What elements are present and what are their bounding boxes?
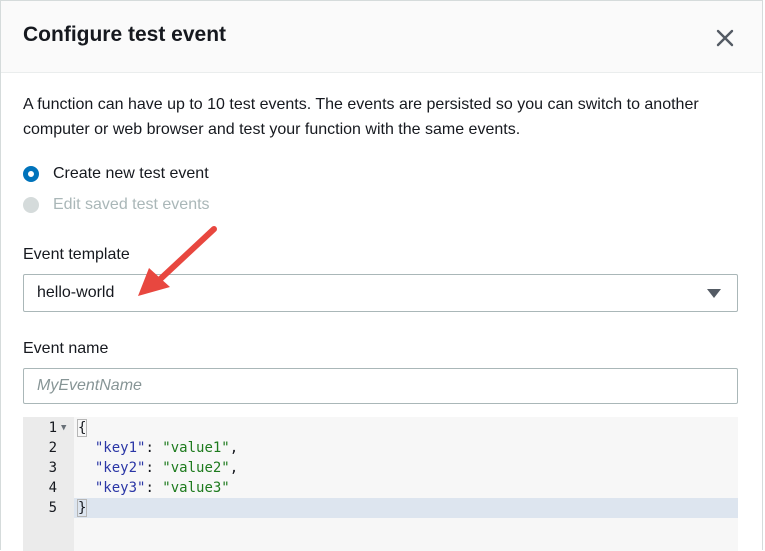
line-number: 4 bbox=[48, 480, 57, 496]
configure-test-event-dialog: Configure test event A function can have… bbox=[0, 0, 763, 551]
editor-line: 2 "key1": "value1", bbox=[23, 438, 738, 458]
editor-line: 4 "key3": "value3" bbox=[23, 478, 738, 498]
json-value: "value1" bbox=[162, 440, 230, 456]
radio-create-new-test-event[interactable]: Create new test event bbox=[23, 165, 209, 183]
json-comma: , bbox=[229, 440, 239, 456]
event-template-label: Event template bbox=[23, 246, 130, 263]
editor-line-active: 5 } bbox=[23, 498, 738, 518]
editor-line: 1 ▼ { bbox=[23, 418, 738, 438]
radio-selected-icon[interactable] bbox=[23, 166, 39, 182]
event-name-label: Event name bbox=[23, 340, 109, 357]
line-number: 1 bbox=[48, 420, 57, 436]
json-key: "key2" bbox=[94, 460, 146, 476]
line-number: 2 bbox=[48, 440, 57, 456]
fold-toggle-icon[interactable]: ▼ bbox=[61, 418, 66, 438]
radio-disabled-icon bbox=[23, 197, 39, 213]
json-code-editor[interactable]: 1 ▼ { 2 "key1": "value1", 3 "key2": "val… bbox=[23, 417, 738, 551]
event-template-select[interactable]: hello-world bbox=[23, 274, 738, 312]
json-comma: , bbox=[229, 460, 239, 476]
dialog-header: Configure test event bbox=[1, 1, 762, 73]
line-number: 3 bbox=[48, 460, 57, 476]
close-icon[interactable] bbox=[712, 25, 738, 51]
radio-label-create: Create new test event bbox=[53, 165, 209, 182]
event-template-value: hello-world bbox=[37, 284, 115, 301]
json-value: "value2" bbox=[162, 460, 230, 476]
dialog-title: Configure test event bbox=[23, 23, 227, 46]
json-key: "key3" bbox=[94, 480, 146, 496]
radio-edit-saved-test-events: Edit saved test events bbox=[23, 196, 210, 214]
event-name-input[interactable] bbox=[23, 368, 738, 404]
open-brace: { bbox=[76, 419, 88, 437]
close-brace: } bbox=[76, 499, 88, 517]
json-key: "key1" bbox=[94, 440, 146, 456]
line-number: 5 bbox=[48, 500, 57, 516]
radio-label-edit: Edit saved test events bbox=[53, 196, 210, 213]
dialog-description: A function can have up to 10 test events… bbox=[23, 96, 699, 138]
editor-line: 3 "key2": "value2", bbox=[23, 458, 738, 478]
json-value: "value3" bbox=[162, 480, 230, 496]
caret-down-icon bbox=[707, 289, 721, 298]
